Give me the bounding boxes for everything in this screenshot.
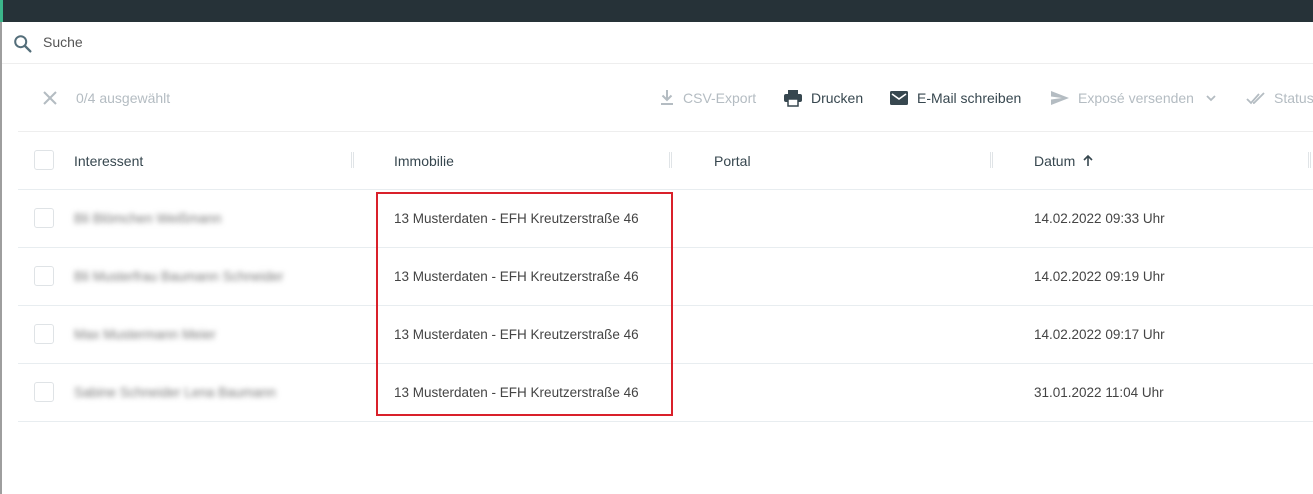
print-button[interactable]: Drucken <box>783 64 863 131</box>
app-top-bar <box>0 0 1313 22</box>
search-input[interactable]: Suche <box>43 34 83 50</box>
download-icon <box>661 89 673 105</box>
interessent-name[interactable]: Sabine Schneider Lena Baumann <box>74 364 276 421</box>
immobilie-name: 13 Musterdaten - EFH Kreutzerstraße 46 <box>394 211 639 226</box>
interessent-name[interactable]: Max Mustermann Meier <box>74 306 216 363</box>
column-divider[interactable] <box>990 152 993 168</box>
column-header-portal[interactable]: Portal <box>714 132 751 189</box>
column-divider[interactable] <box>351 152 354 168</box>
inquiry-table: Interessent Immobilie Portal Datum Bli B… <box>18 132 1313 422</box>
status-button[interactable]: Status <box>1246 64 1313 131</box>
mail-icon <box>890 90 908 105</box>
send-expose-button[interactable]: Exposé versenden <box>1050 64 1218 131</box>
row-checkbox[interactable] <box>34 382 54 402</box>
double-check-icon <box>1246 91 1265 104</box>
table-row[interactable]: Sabine Schneider Lena Baumann 13 Musterd… <box>18 364 1313 422</box>
row-checkbox[interactable] <box>34 266 54 286</box>
table-header: Interessent Immobilie Portal Datum <box>18 132 1313 190</box>
selection-count: 0/4 ausgewählt <box>76 89 171 106</box>
bulk-action-toolbar: 0/4 ausgewählt CSV-Export Drucken E-Mail… <box>18 64 1313 132</box>
email-button[interactable]: E-Mail schreiben <box>889 64 1021 131</box>
search-bar[interactable]: Suche <box>2 22 1313 64</box>
top-bar-accent <box>0 0 3 22</box>
row-checkbox[interactable] <box>34 208 54 228</box>
clear-selection[interactable]: 0/4 ausgewählt <box>40 64 170 131</box>
column-divider[interactable] <box>669 152 672 168</box>
interessent-name[interactable]: Bli Musterfrau Baumann Schneider <box>74 248 283 305</box>
sort-ascending-icon[interactable] <box>1081 154 1095 168</box>
table-row[interactable]: Max Mustermann Meier 13 Musterdaten - EF… <box>18 306 1313 364</box>
print-label: Drucken <box>811 89 864 106</box>
chevron-down-icon[interactable] <box>1204 91 1218 105</box>
datum-value: 14.02.2022 09:19 Uhr <box>1034 269 1165 284</box>
status-label: Status <box>1274 89 1313 106</box>
immobilie-name: 13 Musterdaten - EFH Kreutzerstraße 46 <box>394 327 639 342</box>
table-row[interactable]: Bli Musterfrau Baumann Schneider 13 Must… <box>18 248 1313 306</box>
immobilie-name: 13 Musterdaten - EFH Kreutzerstraße 46 <box>394 269 639 284</box>
column-divider[interactable] <box>1308 152 1311 168</box>
print-icon <box>784 89 802 107</box>
email-label: E-Mail schreiben <box>917 89 1022 106</box>
csv-export-button[interactable]: CSV-Export <box>659 64 756 131</box>
row-checkbox[interactable] <box>34 324 54 344</box>
send-expose-label: Exposé versenden <box>1078 89 1194 106</box>
csv-export-label: CSV-Export <box>683 89 757 106</box>
close-icon[interactable] <box>40 88 60 108</box>
search-icon <box>14 35 32 53</box>
datum-value: 14.02.2022 09:33 Uhr <box>1034 211 1165 226</box>
datum-value: 31.01.2022 11:04 Uhr <box>1034 385 1164 400</box>
column-header-interessent[interactable]: Interessent <box>74 132 143 189</box>
immobilie-name: 13 Musterdaten - EFH Kreutzerstraße 46 <box>394 385 639 400</box>
select-all-checkbox[interactable] <box>34 150 54 170</box>
left-edge <box>0 22 2 494</box>
interessent-name[interactable]: Bli Blömchen Weißmann <box>74 190 222 247</box>
table-row[interactable]: Bli Blömchen Weißmann 13 Musterdaten - E… <box>18 190 1313 248</box>
column-header-datum[interactable]: Datum <box>1034 132 1095 189</box>
datum-value: 14.02.2022 09:17 Uhr <box>1034 327 1165 342</box>
send-icon <box>1051 90 1069 105</box>
column-header-immobilie[interactable]: Immobilie <box>394 132 454 189</box>
